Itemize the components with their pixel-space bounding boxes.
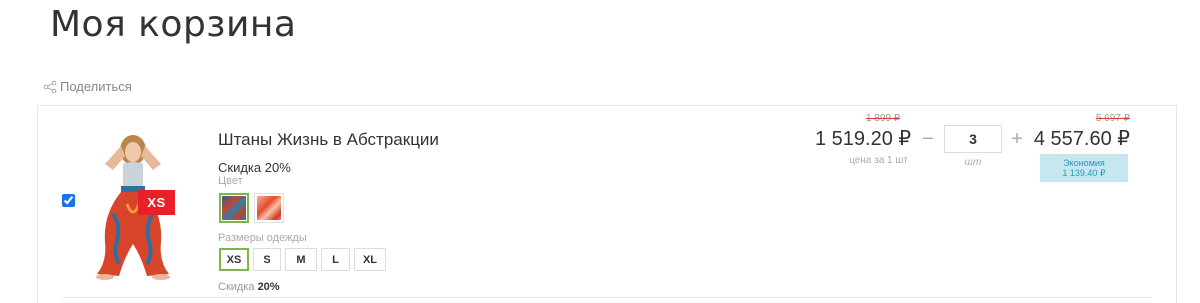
quantity-input[interactable] bbox=[944, 125, 1002, 153]
discount-summary-label: Скидка bbox=[218, 281, 255, 293]
size-option-xs[interactable]: XS bbox=[219, 248, 249, 271]
item-select-checkbox[interactable] bbox=[62, 194, 75, 207]
color-swatch-orange-red[interactable] bbox=[254, 193, 284, 223]
size-option-l[interactable]: L bbox=[321, 248, 350, 271]
cart-item-container bbox=[37, 105, 1177, 303]
page-title: Моя корзина bbox=[50, 4, 297, 45]
discount-summary-value: 20% bbox=[257, 281, 280, 293]
savings-value: 1 139.40 ₽ bbox=[1062, 168, 1106, 178]
quantity-increase-button[interactable]: + bbox=[1008, 129, 1026, 149]
size-option-s[interactable]: S bbox=[253, 248, 281, 271]
product-name-link[interactable]: Штаны Жизнь в Абстракции bbox=[218, 130, 439, 150]
share-link[interactable]: Поделиться bbox=[43, 79, 132, 94]
size-option-xl[interactable]: XL bbox=[354, 248, 386, 271]
total-price: 4 557.60 ₽ bbox=[1033, 128, 1130, 150]
discount-label: Скидка 20% bbox=[218, 160, 291, 175]
quantity-unit: шт bbox=[964, 157, 982, 168]
quantity-decrease-button[interactable]: − bbox=[919, 129, 937, 149]
size-option-m[interactable]: M bbox=[285, 248, 317, 271]
row-divider bbox=[62, 297, 1152, 298]
old-unit-price: 1 899 ₽ bbox=[866, 113, 901, 124]
share-label: Поделиться bbox=[60, 79, 132, 94]
discount-summary: Скидка 20% bbox=[218, 281, 280, 293]
sizes-label: Размеры одежды bbox=[218, 232, 307, 244]
size-badge: XS bbox=[138, 190, 175, 215]
color-label: Цвет bbox=[218, 175, 243, 187]
unit-price: 1 519.20 ₽ bbox=[815, 128, 912, 150]
savings-badge: Экономия 1 139.40 ₽ bbox=[1040, 154, 1128, 182]
share-icon bbox=[43, 80, 57, 93]
unit-price-caption: цена за 1 шт bbox=[849, 155, 908, 166]
old-total-price: 5 697 ₽ bbox=[1095, 113, 1130, 124]
color-swatch-blue-red[interactable] bbox=[219, 193, 249, 223]
savings-label: Экономия bbox=[1063, 158, 1105, 168]
